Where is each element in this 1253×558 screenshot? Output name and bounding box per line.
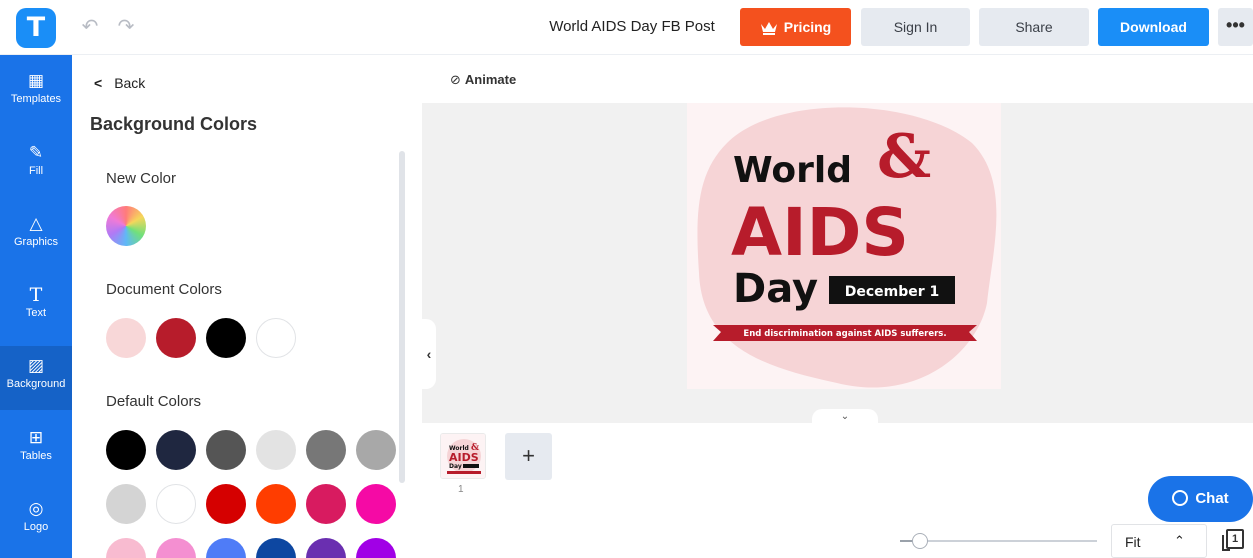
more-options-button[interactable]: ••• [1218, 8, 1253, 46]
page-number: 1 [458, 484, 464, 495]
animate-button[interactable]: ⊘ Animate [450, 72, 516, 88]
design-artwork: World & AIDS Day December 1 End discrimi… [687, 103, 1001, 389]
download-button[interactable]: Download [1098, 8, 1209, 46]
chevron-left-icon: < [94, 75, 103, 91]
chat-bubble-icon [1172, 490, 1189, 506]
back-label: Back [114, 75, 146, 91]
design-title-line2: AIDS [731, 194, 909, 271]
chat-button[interactable]: Chat [1148, 476, 1253, 522]
default-color-swatch[interactable] [206, 484, 246, 524]
document-color-swatch[interactable] [206, 318, 246, 358]
default-color-swatch[interactable] [306, 430, 346, 470]
default-color-swatch[interactable] [206, 538, 246, 558]
page-thumbnail[interactable]: World & AIDS Day [440, 433, 486, 479]
page-thumbnail-image: World & AIDS Day [441, 434, 485, 478]
svg-text:Day: Day [449, 463, 462, 470]
redo-icon[interactable]: ↷ [114, 14, 138, 38]
zoom-slider-handle[interactable] [911, 533, 928, 549]
new-color-picker[interactable] [106, 206, 146, 246]
default-color-swatch[interactable] [356, 430, 396, 470]
default-color-swatch[interactable] [206, 430, 246, 470]
pricing-button[interactable]: Pricing [740, 8, 851, 46]
sidebar-item-logo[interactable]: ◎ Logo [0, 489, 72, 553]
pricing-label: Pricing [783, 19, 832, 35]
background-colors-panel: < Back Background Colors New Color Docume… [72, 55, 422, 558]
app-root: T ↶ ↷ World AIDS Day FB Post Pricing Sig… [0, 0, 1253, 558]
pencil-icon: ✎ [28, 143, 44, 163]
default-color-swatch[interactable] [256, 538, 296, 558]
default-colors-label: Default Colors [106, 393, 202, 410]
design-canvas[interactable]: World & AIDS Day December 1 End discrimi… [687, 103, 1001, 389]
sidebar-item-templates[interactable]: ▦ Templates [0, 61, 72, 125]
sidebar-item-label: Logo [23, 521, 49, 533]
sidebar-item-label: Background [6, 378, 66, 390]
zoom-slider[interactable] [900, 533, 1097, 549]
logo-icon: ◎ [28, 499, 44, 519]
canvas-workspace: ⊘ Animate ‹ World & AIDS Day December 1 E… [422, 55, 1253, 425]
default-color-swatch[interactable] [256, 484, 296, 524]
default-color-swatch[interactable] [106, 430, 146, 470]
default-color-swatch[interactable] [306, 484, 346, 524]
animate-label: Animate [464, 72, 517, 87]
pages-strip: World & AIDS Day 1 + Chat Fit ⌃ 1 [422, 423, 1253, 558]
sidebar-item-label: Templates [10, 93, 62, 105]
animate-icon: ⊘ [450, 73, 461, 88]
design-date: December 1 [845, 284, 940, 300]
share-button[interactable]: Share [979, 8, 1089, 46]
default-color-swatch[interactable] [356, 538, 396, 558]
default-color-swatch[interactable] [306, 538, 346, 558]
sidebar-item-fill[interactable]: ✎ Fill [0, 133, 72, 197]
sidebar-item-tables[interactable]: ⊞ Tables [0, 418, 72, 482]
sign-in-button[interactable]: Sign In [861, 8, 970, 46]
document-color-swatch[interactable] [156, 318, 196, 358]
default-color-swatch[interactable] [106, 484, 146, 524]
chevron-up-icon: ⌃ [1174, 534, 1185, 549]
default-color-swatch[interactable] [356, 484, 396, 524]
zoom-dropdown[interactable]: Fit ⌃ [1111, 524, 1207, 558]
sidebar-item-label: Text [25, 307, 47, 319]
new-color-label: New Color [106, 170, 177, 187]
design-tagline: End discrimination against AIDS sufferer… [743, 329, 946, 339]
pages-count-icon[interactable]: 1 [1222, 529, 1244, 551]
design-title-line1: World [733, 150, 852, 191]
chat-label: Chat [1195, 490, 1229, 507]
sidebar-item-label: Fill [28, 165, 44, 177]
table-icon: ⊞ [28, 428, 44, 448]
default-color-swatch[interactable] [156, 538, 196, 558]
sidebar-item-label: Tables [20, 450, 52, 462]
text-icon: T [29, 284, 43, 306]
zoom-value: Fit [1125, 534, 1141, 550]
sidebar: ▦ Templates ✎ Fill △ Graphics T Text ▨ B… [0, 55, 72, 558]
default-color-swatch[interactable] [256, 430, 296, 470]
design-title-line3: Day [733, 266, 818, 312]
app-logo[interactable]: T [16, 8, 56, 48]
templates-icon: ▦ [27, 71, 45, 91]
document-title[interactable]: World AIDS Day FB Post [540, 18, 724, 35]
top-bar: T ↶ ↷ World AIDS Day FB Post Pricing Sig… [0, 0, 1253, 55]
document-color-swatch[interactable] [106, 318, 146, 358]
document-colors-label: Document Colors [106, 281, 222, 298]
add-page-button[interactable]: + [505, 433, 552, 480]
panel-scrollbar[interactable] [399, 151, 405, 483]
document-color-swatch[interactable] [256, 318, 296, 358]
default-color-swatch[interactable] [106, 538, 146, 558]
canvas-toolbar: ⊘ Animate [422, 55, 1253, 103]
shapes-icon: △ [29, 214, 43, 234]
back-button[interactable]: < Back [94, 75, 145, 91]
sidebar-item-text[interactable]: T Text [0, 275, 72, 339]
default-color-swatch[interactable] [156, 430, 196, 470]
sidebar-item-background[interactable]: ▨ Background [0, 346, 72, 410]
design-ampersand: & [877, 122, 931, 192]
default-color-swatch[interactable] [156, 484, 196, 524]
sidebar-item-label: Graphics [13, 236, 59, 248]
undo-icon[interactable]: ↶ [78, 14, 102, 38]
panel-title: Background Colors [90, 114, 258, 134]
crown-icon [760, 11, 778, 49]
sidebar-item-graphics[interactable]: △ Graphics [0, 204, 72, 268]
collapse-panel-button[interactable]: ‹ [422, 319, 436, 389]
background-icon: ▨ [27, 356, 45, 376]
